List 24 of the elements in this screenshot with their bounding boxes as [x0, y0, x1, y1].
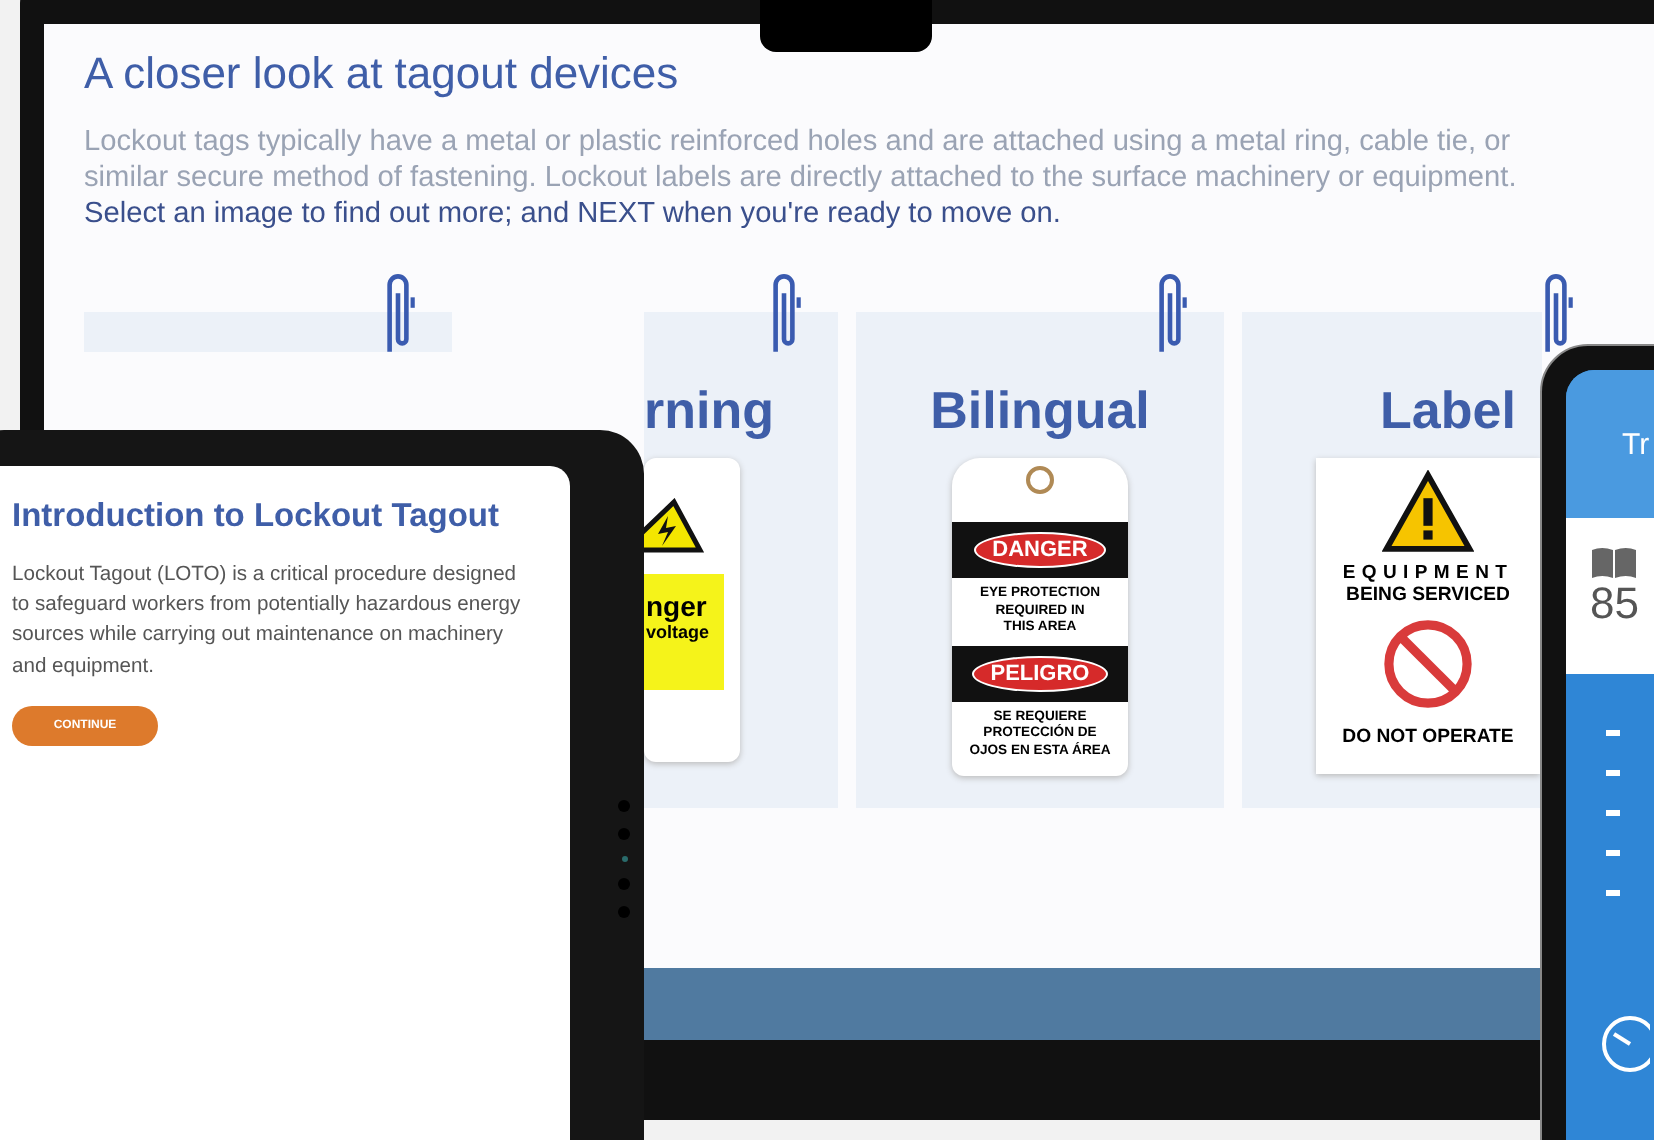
label-text: DO NOT OPERATE [1342, 726, 1514, 748]
lesson-text: Lockout Tagout (LOTO) is a critical procedure designed to safeguard workers from potentially hazardous energy sources while carrying out maintenance on machinery and equipment. [12, 562, 523, 682]
label-text: EQUIPMENT [1342, 562, 1514, 584]
tag-header: PELIGRO [972, 655, 1108, 691]
page-dots-icon [618, 800, 630, 918]
label-text: BEING SERVICED [1346, 584, 1510, 606]
device-card[interactable]: rning nger voltage [644, 312, 838, 808]
tag-text: voltage [644, 622, 712, 642]
header-text: Tr [1622, 427, 1650, 461]
book-icon [1590, 546, 1638, 578]
card-title: Bilingual [930, 380, 1150, 442]
card-title: rning [644, 380, 774, 442]
lesson-title: Introduction to Lockout Tagout [12, 498, 501, 536]
device-card[interactable] [84, 312, 452, 352]
prohibition-icon [1382, 618, 1474, 710]
card-title: Label [1380, 380, 1516, 442]
device-card[interactable]: Label EQUIPMENT BEING SERVICED DO NOT OPERATE [1242, 312, 1542, 808]
stat-value: 85 [1590, 578, 1641, 630]
grommet-icon [1026, 466, 1054, 494]
page-heading: A closer look at tagout devices [84, 48, 681, 100]
warning-icon [1382, 470, 1474, 554]
tag-text: nger [644, 588, 709, 622]
intro-paragraph: Lockout tags typically have a metal or plastic reinforced holes and are attached using a metal ring, cable tie, or similar secure method of fastening. Lockout labels are directly attached to the surface machinery or equipment. Select an image to find out more; and NEXT when you're ready to move on. [84, 124, 1519, 232]
tag-header: DANGER [974, 532, 1106, 568]
